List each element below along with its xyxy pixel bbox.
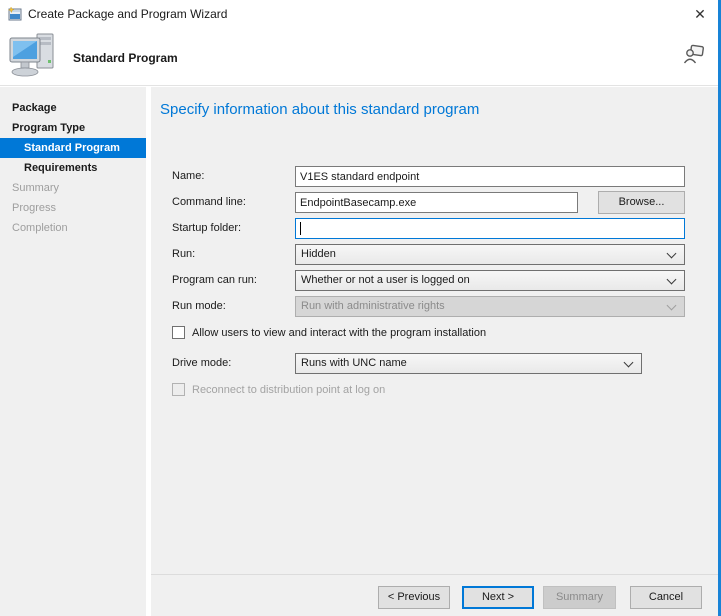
- startup-folder-label: Startup folder:: [172, 218, 241, 238]
- wizard-body: Package Program Type Standard Program Re…: [0, 87, 718, 616]
- footer-separator: [151, 574, 718, 575]
- drive-mode-select[interactable]: Runs with UNC name: [295, 353, 642, 374]
- command-line-input[interactable]: [295, 192, 578, 213]
- run-mode-label: Run mode:: [172, 296, 226, 316]
- drive-mode-label: Drive mode:: [172, 353, 231, 373]
- chevron-down-icon: [667, 275, 677, 285]
- program-can-run-selected-value: Whether or not a user is logged on: [301, 274, 470, 286]
- chevron-down-icon: [667, 301, 677, 311]
- page-heading: Specify information about this standard …: [160, 101, 479, 118]
- previous-button[interactable]: < Previous: [378, 586, 450, 609]
- chevron-down-icon: [667, 249, 677, 259]
- browse-button[interactable]: Browse...: [598, 191, 685, 214]
- wizard-page-title: Standard Program: [73, 51, 178, 65]
- wizard-app-icon: [8, 7, 22, 21]
- text-caret: [300, 222, 301, 235]
- wizard-header: Standard Program: [0, 28, 718, 86]
- run-selected-value: Hidden: [301, 248, 336, 260]
- wizard-step-sidebar: Package Program Type Standard Program Re…: [0, 87, 146, 616]
- sidebar-item-summary: Summary: [0, 178, 146, 198]
- sidebar-item-standard-program[interactable]: Standard Program: [0, 138, 146, 158]
- run-mode-selected-value: Run with administrative rights: [301, 300, 445, 312]
- reconnect-checkbox: [172, 383, 185, 396]
- sidebar-item-requirements[interactable]: Requirements: [0, 158, 146, 178]
- close-button[interactable]: ✕: [688, 2, 712, 26]
- name-label: Name:: [172, 166, 204, 186]
- computer-icon: [8, 30, 60, 82]
- program-can-run-select[interactable]: Whether or not a user is logged on: [295, 270, 685, 291]
- drive-mode-selected-value: Runs with UNC name: [301, 357, 407, 369]
- chevron-down-icon: [624, 358, 634, 368]
- program-can-run-label: Program can run:: [172, 270, 257, 290]
- feedback-icon[interactable]: [683, 44, 705, 65]
- sidebar-item-completion: Completion: [0, 218, 146, 238]
- cancel-button[interactable]: Cancel: [630, 586, 702, 609]
- sidebar-item-program-type[interactable]: Program Type: [0, 118, 146, 138]
- command-line-label: Command line:: [172, 192, 246, 212]
- sidebar-item-progress: Progress: [0, 198, 146, 218]
- allow-interact-label: Allow users to view and interact with th…: [192, 326, 486, 340]
- startup-folder-input[interactable]: [295, 218, 685, 239]
- name-input[interactable]: [295, 166, 685, 187]
- allow-interact-checkbox[interactable]: [172, 326, 185, 339]
- wizard-content: Specify information about this standard …: [151, 87, 718, 616]
- reconnect-label: Reconnect to distribution point at log o…: [192, 383, 385, 397]
- sidebar-item-package[interactable]: Package: [0, 98, 146, 118]
- titlebar[interactable]: Create Package and Program Wizard ✕: [0, 0, 718, 28]
- next-button[interactable]: Next >: [462, 586, 534, 609]
- summary-button: Summary: [543, 586, 616, 609]
- run-label: Run:: [172, 244, 195, 264]
- run-mode-select: Run with administrative rights: [295, 296, 685, 317]
- wizard-window: Create Package and Program Wizard ✕ Stan…: [0, 0, 721, 616]
- window-title: Create Package and Program Wizard: [28, 7, 227, 21]
- run-select[interactable]: Hidden: [295, 244, 685, 265]
